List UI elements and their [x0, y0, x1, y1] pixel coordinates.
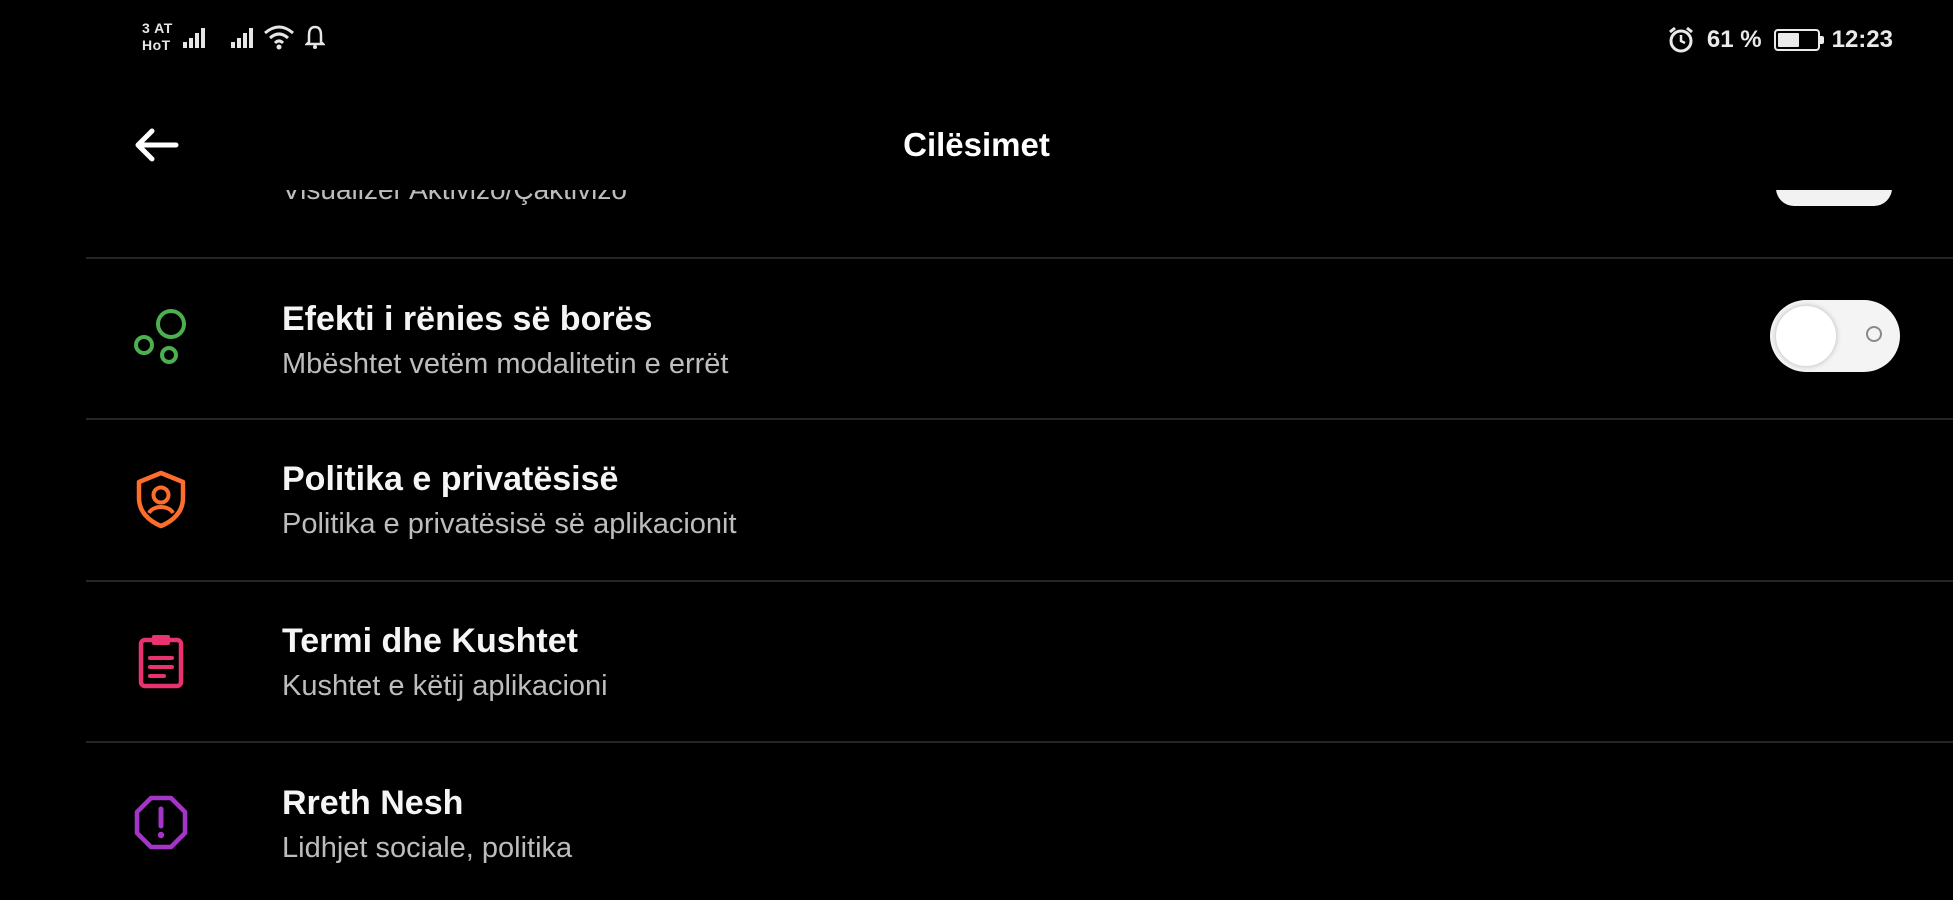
alarm-icon — [1668, 26, 1693, 53]
signal-icon — [230, 26, 253, 48]
wifi-icon — [263, 25, 294, 50]
toggle-knob — [1776, 306, 1836, 366]
visualizer-row[interactable]: Visualizer Aktivizo/Çaktivizo — [0, 190, 1953, 258]
carrier-label: 3 AT HoT — [142, 20, 173, 54]
page-title: Cilësimet — [903, 126, 1050, 163]
settings-item-terms[interactable]: Termi dhe Kushtet Kushtet e këtij aplika… — [0, 582, 1953, 740]
visualizer-subtitle: Visualizer Aktivizo/Çaktivizo — [282, 190, 627, 206]
settings-item-subtitle: Kushtet e këtij aplikacioni — [282, 670, 608, 702]
settings-item-subtitle: Mbështet vetëm modalitetin e errët — [282, 348, 729, 380]
snow-effect-toggle[interactable] — [1770, 300, 1900, 372]
settings-item-snow-effect[interactable]: Efekti i rënies së borës Mbështet vetëm … — [0, 260, 1953, 418]
bubbles-icon — [134, 309, 186, 364]
carrier-line1: 3 AT — [142, 20, 173, 36]
settings-item-title: Termi dhe Kushtet — [282, 622, 578, 660]
battery-percent: 61 % — [1706, 26, 1762, 53]
settings-screen: 3 AT HoT 61 % 12:23 Cilësimet Efekti i r… — [0, 0, 1953, 900]
carrier-line2: HoT — [142, 37, 171, 53]
battery-fill — [1777, 33, 1800, 47]
notification-icon — [304, 25, 325, 49]
settings-item-title: Rreth Nesh — [282, 784, 464, 822]
signal-icon — [182, 26, 205, 48]
status-right: 61 % 12:23 — [1667, 26, 1893, 54]
settings-item-privacy-policy[interactable]: Politika e privatësisë Politika e privat… — [0, 420, 1953, 578]
settings-item-subtitle: Lidhjet sociale, politika — [282, 832, 573, 864]
battery-icon — [1773, 29, 1824, 51]
settings-item-subtitle: Politika e privatësisë së aplikacionit — [282, 508, 737, 540]
settings-item-title: Efekti i rënies së borës — [282, 300, 653, 338]
status-left: 3 AT HoT — [142, 20, 325, 54]
toggle-off-indicator — [1866, 326, 1882, 342]
shield-user-icon — [136, 470, 186, 529]
divider — [86, 257, 1953, 259]
divider — [86, 741, 1953, 743]
settings-item-about[interactable]: Rreth Nesh Lidhjet sociale, politika — [0, 744, 1953, 900]
clipboard-icon — [138, 635, 184, 689]
status-bar: 3 AT HoT 61 % 12:23 — [0, 0, 1953, 90]
settings-item-title: Politika e privatësisë — [282, 460, 619, 498]
visualizer-toggle[interactable] — [1776, 190, 1892, 206]
clock: 12:23 — [1831, 26, 1893, 53]
app-bar: Cilësimet — [0, 100, 1953, 190]
info-octagon-icon — [134, 795, 188, 850]
